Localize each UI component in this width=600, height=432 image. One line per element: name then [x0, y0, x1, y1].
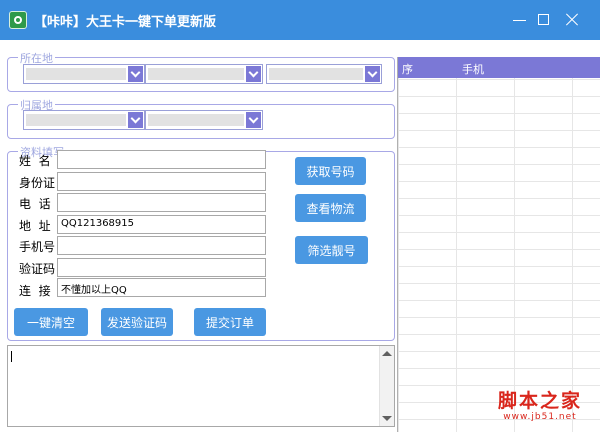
- log-textarea[interactable]: [7, 345, 395, 427]
- column-header-phone[interactable]: 手机: [462, 61, 484, 77]
- location-group: 所在地: [7, 50, 395, 92]
- log-scrollbar[interactable]: [379, 346, 394, 426]
- chevron-down-icon[interactable]: [365, 66, 380, 82]
- watermark-url: www.jb51.net: [503, 412, 577, 422]
- phone-field[interactable]: [57, 193, 266, 212]
- district-select-value: [269, 68, 363, 80]
- app-window: 【咔咔】大王卡一键下单更新版 所在地 归属地 资料填写 姓 名 身份证 电 话 …: [0, 0, 600, 432]
- clear-all-button[interactable]: 一键清空: [14, 308, 88, 336]
- number-grid[interactable]: 序 手机: [397, 57, 600, 432]
- get-number-button[interactable]: 获取号码: [295, 157, 366, 185]
- province-select-value: [26, 68, 126, 80]
- check-logistics-button[interactable]: 查看物流: [295, 194, 366, 222]
- belong-group: 归属地: [7, 97, 395, 139]
- scroll-up-icon[interactable]: [382, 351, 392, 356]
- chevron-down-icon[interactable]: [246, 112, 261, 128]
- belong-city-select[interactable]: [145, 110, 263, 130]
- verify-code-field[interactable]: [57, 258, 266, 277]
- id-card-field[interactable]: [57, 172, 266, 191]
- name-field[interactable]: [57, 150, 266, 169]
- close-button[interactable]: [560, 8, 584, 32]
- district-select[interactable]: [266, 64, 382, 84]
- link-label: 连 接: [19, 284, 51, 298]
- address-field[interactable]: QQ121368915: [57, 215, 266, 234]
- name-label: 姓 名: [19, 154, 51, 168]
- filter-number-button[interactable]: 筛选靓号: [295, 236, 368, 264]
- province-select[interactable]: [23, 64, 145, 84]
- app-icon: [9, 11, 27, 29]
- city-select-value: [148, 68, 244, 80]
- belong-city-select-value: [148, 114, 244, 126]
- chevron-down-icon[interactable]: [128, 66, 143, 82]
- maximize-button[interactable]: [532, 8, 556, 32]
- watermark-text: 脚本之家: [497, 390, 582, 412]
- id-card-label: 身份证: [19, 176, 56, 190]
- text-caret: [11, 351, 12, 362]
- verify-code-label: 验证码: [19, 262, 56, 276]
- minimize-button[interactable]: [508, 8, 532, 32]
- mobile-field[interactable]: [57, 236, 266, 255]
- link-field[interactable]: 不懂加以上QQ: [57, 278, 266, 297]
- submit-order-button[interactable]: 提交订单: [194, 308, 266, 336]
- grid-header: 序 手机: [398, 57, 600, 78]
- scroll-down-icon[interactable]: [382, 416, 392, 421]
- belong-province-select-value: [26, 114, 126, 126]
- chevron-down-icon[interactable]: [128, 112, 143, 128]
- city-select[interactable]: [145, 64, 263, 84]
- mobile-label: 手机号: [19, 240, 56, 254]
- chevron-down-icon[interactable]: [246, 66, 261, 82]
- send-code-button[interactable]: 发送验证码: [101, 308, 173, 336]
- watermark-logo: 脚本之家 www.jb51.net: [488, 386, 592, 422]
- window-title: 【咔咔】大王卡一键下单更新版: [34, 15, 217, 30]
- belong-province-select[interactable]: [23, 110, 145, 130]
- column-header-seq[interactable]: 序: [402, 61, 413, 77]
- phone-label: 电 话: [19, 197, 51, 211]
- address-label: 地 址: [19, 219, 51, 233]
- title-bar[interactable]: 【咔咔】大王卡一键下单更新版: [0, 0, 600, 40]
